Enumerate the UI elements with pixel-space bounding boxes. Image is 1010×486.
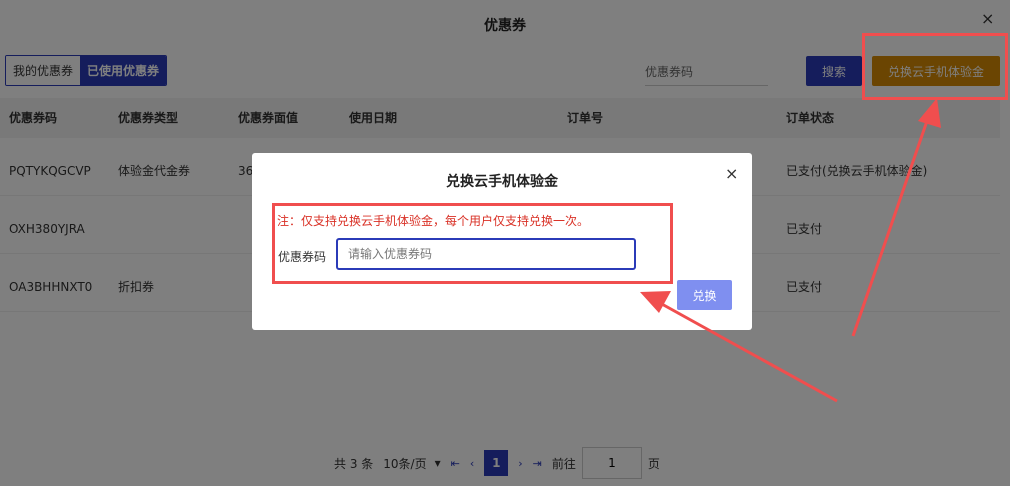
annotation-highlight-dialog-form xyxy=(272,203,673,284)
dialog-title: 兑换云手机体验金 xyxy=(446,174,558,190)
annotation-highlight-redeem-button xyxy=(862,33,1008,100)
redeem-submit-button[interactable]: 兑换 xyxy=(677,280,732,310)
close-icon[interactable]: × xyxy=(725,164,738,183)
